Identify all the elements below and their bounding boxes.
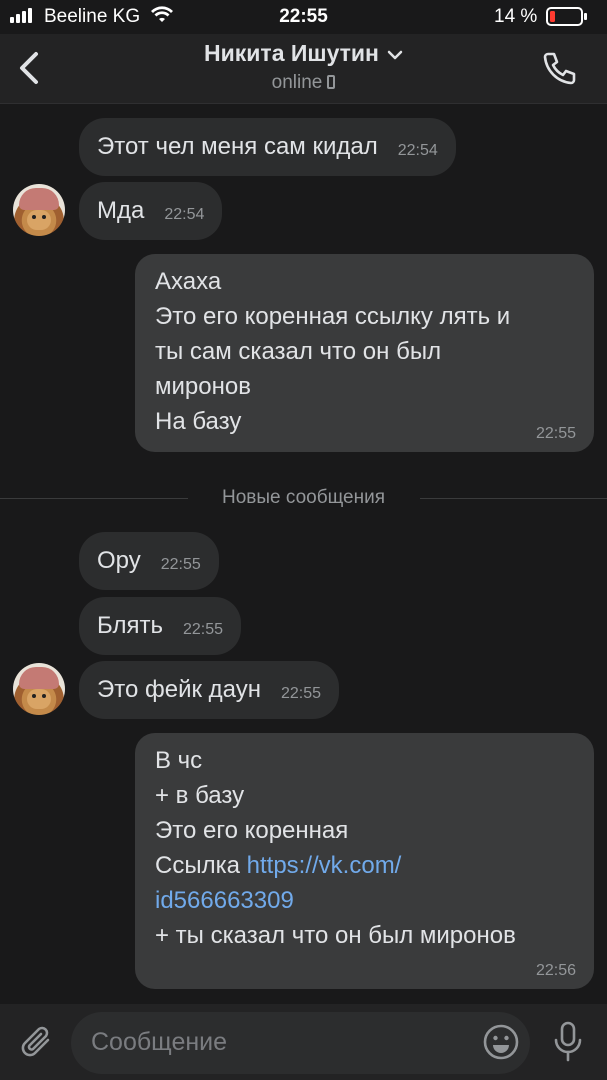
message-input-placeholder: Сообщение bbox=[91, 1028, 228, 1056]
message-bubble[interactable]: Этот чел меня сам кидал 22:54 bbox=[79, 118, 456, 176]
contact-name: Никита Ишутин bbox=[204, 40, 379, 66]
message-bubble[interactable]: Мда 22:54 bbox=[79, 182, 223, 240]
contact-name-button[interactable]: Никита Ишутин bbox=[0, 40, 607, 67]
message-link[interactable]: https://vk.com/ bbox=[247, 852, 402, 879]
battery-icon bbox=[546, 7, 587, 26]
message-bubble[interactable]: Ахаха Это его коренная ссылку лять и ты … bbox=[135, 254, 594, 452]
microphone-button[interactable] bbox=[552, 1020, 584, 1064]
message-bubble[interactable]: В чс + в базу Это его коренная Ссылка ht… bbox=[135, 733, 594, 989]
message-time: 22:55 bbox=[535, 425, 576, 442]
message-text: Этот чел меня сам кидал bbox=[97, 133, 378, 160]
mobile-icon bbox=[327, 75, 336, 89]
avatar[interactable] bbox=[13, 184, 65, 236]
chevron-down-icon bbox=[387, 50, 403, 60]
divider-label: Новые сообщения bbox=[222, 487, 385, 508]
composer-bar: Сообщение bbox=[0, 1004, 607, 1080]
message-time: 22:55 bbox=[160, 556, 201, 573]
contact-status: online bbox=[0, 72, 607, 94]
message-text: Это его коренная bbox=[155, 817, 349, 844]
message-text: Блять bbox=[97, 612, 163, 639]
online-status: online bbox=[271, 72, 323, 93]
status-bar: Beeline KG 22:55 14 % bbox=[0, 0, 607, 34]
message-text: Ссылка https://vk.com/ bbox=[155, 848, 574, 883]
message-text: ты сам сказал что он был bbox=[155, 338, 442, 365]
message-time: 22:54 bbox=[397, 142, 438, 159]
call-button[interactable] bbox=[538, 48, 580, 90]
message-bubble[interactable]: Ору 22:55 bbox=[79, 532, 219, 590]
message-text: + ты сказал что он был миронов bbox=[155, 922, 516, 949]
message-time: 22:55 bbox=[281, 685, 322, 702]
emoji-button[interactable] bbox=[482, 1023, 520, 1061]
battery-percent: 14 % bbox=[494, 6, 538, 27]
message-time: 22:54 bbox=[164, 206, 205, 223]
message-text: миронов bbox=[155, 373, 251, 400]
message-link[interactable]: id566663309 bbox=[155, 883, 574, 918]
message-text: В чс bbox=[155, 747, 203, 774]
message-text-part: Ссылка bbox=[155, 852, 240, 879]
message-bubble[interactable]: Это фейк даун 22:55 bbox=[79, 661, 340, 719]
message-text: Мда bbox=[97, 197, 145, 224]
message-input[interactable]: Сообщение bbox=[71, 1012, 530, 1074]
message-text: Это фейк даун bbox=[97, 676, 261, 703]
message-time: 22:56 bbox=[535, 962, 576, 979]
message-text: Это его коренная ссылку лять и bbox=[155, 303, 511, 330]
message-bubble[interactable]: Блять 22:55 bbox=[79, 597, 242, 655]
message-time: 22:55 bbox=[182, 621, 224, 638]
message-text: Ору bbox=[97, 547, 141, 574]
new-messages-divider: Новые сообщения bbox=[0, 486, 607, 510]
message-text: + в базу bbox=[155, 782, 245, 809]
attach-button[interactable] bbox=[18, 1022, 56, 1062]
message-text: На базу bbox=[155, 408, 242, 435]
message-text: Ахаха bbox=[155, 268, 222, 295]
chat-header: Никита Ишутин online bbox=[0, 34, 607, 104]
avatar[interactable] bbox=[13, 663, 65, 715]
